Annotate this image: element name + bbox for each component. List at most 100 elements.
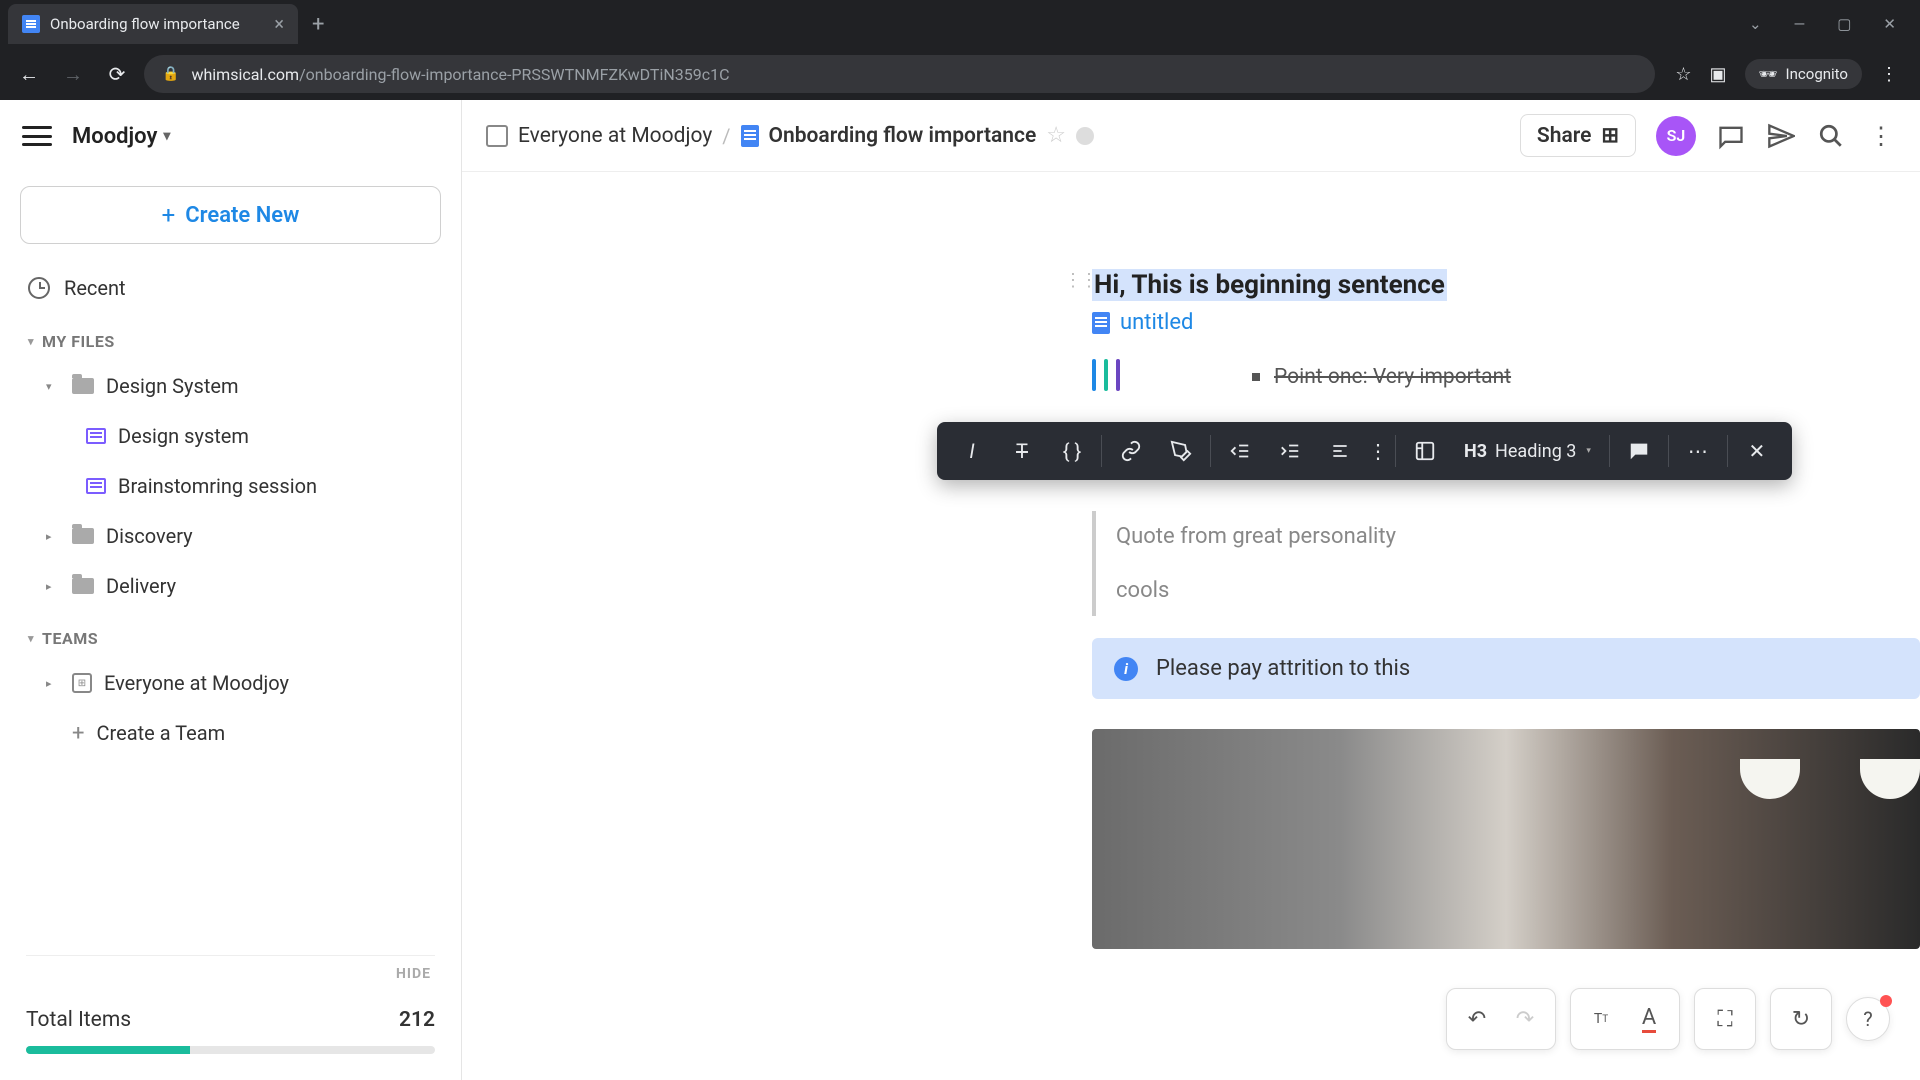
crumb-team[interactable]: Everyone at Moodjoy [518,124,712,148]
document-canvas[interactable]: ⋮⋮ Hi, This is beginning sentence untitl… [462,172,1920,1080]
presentation-icon [86,428,106,444]
undo-redo-group: ↶ ↷ [1446,988,1556,1050]
sync-status-icon [1076,127,1094,145]
folder-design-system[interactable]: ▾ Design System [20,361,441,411]
crumb-doc[interactable]: Onboarding flow importance [769,124,1037,148]
info-callout[interactable]: i Please pay attrition to this [1092,638,1920,699]
url-input[interactable]: 🔒 whimsical.com/onboarding-flow-importan… [144,55,1655,93]
doc-brainstorming[interactable]: Brainstomring session [20,461,441,511]
address-bar: ← → ⟳ 🔒 whimsical.com/onboarding-flow-im… [0,48,1920,100]
folder-icon [72,578,94,594]
extensions-icon[interactable]: ▣ [1709,64,1726,85]
drag-handle-icon[interactable]: ⋮⋮ [1064,270,1096,291]
text-format-toolbar: I T { } ⋮ [937,422,1792,480]
caret-right-icon: ▸ [46,580,60,593]
forward-button[interactable]: → [56,57,90,91]
topbar: Everyone at Moodjoy / Onboarding flow im… [462,100,1920,172]
sidebar-footer: HIDE Total Items 212 [0,955,461,1080]
italic-button[interactable]: I [947,428,997,474]
notification-dot-icon [1880,995,1892,1007]
more-options-icon[interactable]: ⋯ [1673,428,1723,474]
help-button[interactable]: ? [1846,997,1890,1041]
doc-design-system[interactable]: Design system [20,411,441,461]
text-size-button[interactable]: TT [1581,999,1621,1039]
indent-button[interactable] [1265,428,1315,474]
info-icon: i [1114,657,1138,681]
highlight-button[interactable] [1156,428,1206,474]
presentation-icon [86,478,106,494]
history-button[interactable]: ↻ [1781,999,1821,1039]
heading-selector[interactable]: H3 Heading 3 [1450,441,1605,462]
main: Everyone at Moodjoy / Onboarding flow im… [462,100,1920,1080]
new-tab-button[interactable]: + [312,12,324,37]
team-everyone[interactable]: ▸ ⊞ Everyone at Moodjoy [20,658,441,708]
share-add-icon: ⊞ [1601,123,1619,148]
comment-button[interactable] [1614,428,1664,474]
undo-button[interactable]: ↶ [1457,999,1497,1039]
sidebar: Moodjoy Create New Recent MY FILES ▾ Des… [0,100,462,1080]
workspace-switcher[interactable]: Moodjoy [72,124,170,149]
close-window-icon[interactable]: ✕ [1883,15,1896,33]
text-style-button[interactable]: A [1629,999,1669,1039]
tab-bar: Onboarding flow importance × + ⌄ — ▢ ✕ [0,0,1920,48]
close-tab-icon[interactable]: × [274,14,284,35]
user-avatar[interactable]: SJ [1656,116,1696,156]
document-content: ⋮⋮ Hi, This is beginning sentence untitl… [1092,270,1920,949]
align-more-icon[interactable]: ⋮ [1365,428,1391,474]
embedded-image[interactable] [1092,729,1920,949]
comments-icon[interactable] [1716,121,1746,151]
browser-menu-icon[interactable]: ⋮ [1880,64,1898,85]
more-menu-icon[interactable]: ⋮ [1866,121,1896,151]
create-team-button[interactable]: + Create a Team [20,708,441,758]
sidebar-nav: Recent MY FILES ▾ Design System Design s… [0,258,461,762]
link-button[interactable] [1106,428,1156,474]
browser-tab[interactable]: Onboarding flow importance × [8,4,298,44]
history-group: ↻ [1770,988,1832,1050]
my-files-section[interactable]: MY FILES [20,314,441,361]
focus-mode-button[interactable]: ⛶ [1705,999,1745,1039]
browser-chrome: Onboarding flow importance × + ⌄ — ▢ ✕ ←… [0,0,1920,100]
favorite-star-icon[interactable]: ☆ [1046,123,1066,148]
bookmark-icon[interactable]: ☆ [1675,64,1691,85]
teams-section[interactable]: TEAMS [20,611,441,658]
app-root: Moodjoy Create New Recent MY FILES ▾ Des… [0,100,1920,1080]
doc-icon [741,125,759,147]
align-button[interactable] [1315,428,1365,474]
share-button[interactable]: Share ⊞ [1520,114,1636,157]
search-icon[interactable] [1816,121,1846,151]
team-icon: ⊞ [72,673,92,693]
window-controls: ⌄ — ▢ ✕ [1749,15,1912,33]
doc-icon [1092,312,1110,334]
reload-button[interactable]: ⟳ [100,57,134,91]
linked-doc[interactable]: untitled [1092,310,1920,335]
hide-sidebar-button[interactable]: HIDE [26,955,435,992]
folder-discovery[interactable]: ▸ Discovery [20,511,441,561]
heading-text[interactable]: Hi, This is beginning sentence [1092,269,1447,301]
usage-stats: Total Items 212 [26,1008,435,1032]
view-tools-group: ⛶ [1694,988,1756,1050]
create-new-button[interactable]: Create New [20,186,441,244]
folder-icon [72,528,94,544]
bullet-item[interactable]: Point one: Very important [1252,365,1920,389]
breadcrumb: Everyone at Moodjoy / Onboarding flow im… [486,123,1094,148]
quote-block[interactable]: Quote from great personality cools [1092,511,1920,616]
code-button[interactable]: { } [1047,428,1097,474]
folder-delivery[interactable]: ▸ Delivery [20,561,441,611]
address-bar-right: ☆ ▣ 🕶 Incognito ⋮ [1665,59,1908,89]
maximize-icon[interactable]: ▢ [1837,15,1851,33]
close-toolbar-icon[interactable]: ✕ [1732,428,1782,474]
strikethrough-button[interactable]: T [997,428,1047,474]
redo-button[interactable]: ↷ [1505,999,1545,1039]
canvas-tools: ↶ ↷ TT A ⛶ ↻ ? [1446,988,1890,1050]
outdent-button[interactable] [1215,428,1265,474]
menu-toggle-icon[interactable] [22,126,52,146]
recent-link[interactable]: Recent [20,262,441,314]
bullet-icon [1252,373,1260,381]
tab-search-icon[interactable]: ⌄ [1749,15,1762,33]
plus-icon: + [72,721,84,746]
send-icon[interactable] [1766,121,1796,151]
incognito-badge[interactable]: 🕶 Incognito [1745,59,1863,89]
layout-button[interactable] [1400,428,1450,474]
back-button[interactable]: ← [12,57,46,91]
minimize-icon[interactable]: — [1794,15,1806,33]
